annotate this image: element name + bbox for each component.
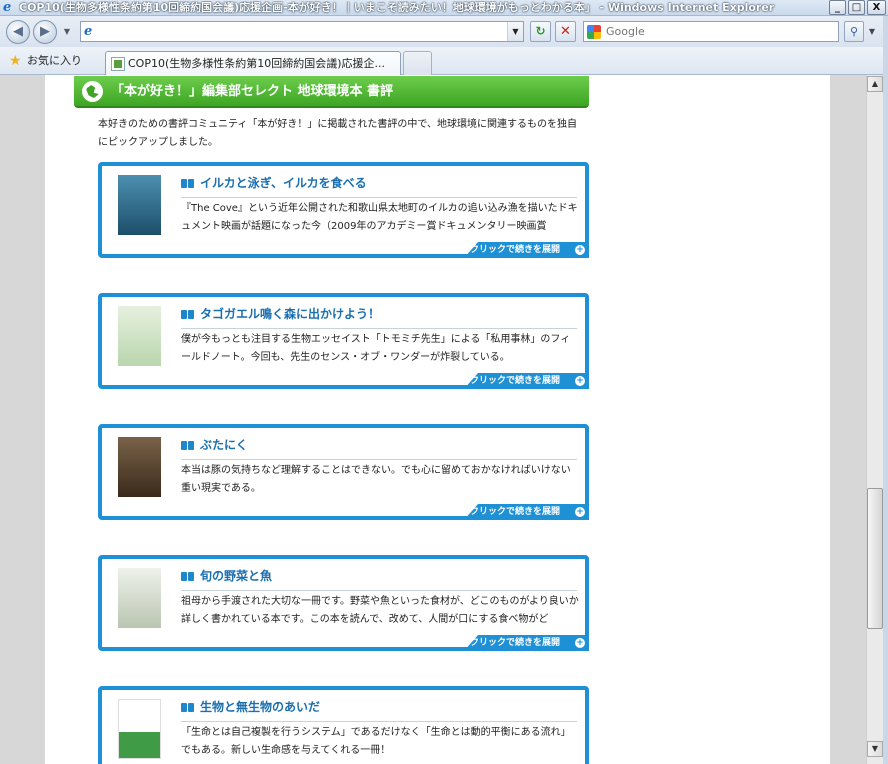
card-divider [181, 328, 577, 329]
section-title: 「本が好き！」編集部セレクト 地球環境本 書評 [111, 84, 394, 99]
expand-link[interactable]: クリックで続きを展開 [470, 636, 560, 650]
tab-label: COP10(生物多様性条約第10回締約国会議)応援企... [128, 57, 386, 70]
book-cover-image[interactable] [118, 568, 161, 628]
page-icon: e [84, 24, 93, 39]
new-tab-button[interactable] [403, 51, 432, 75]
card-excerpt: 僕が今もっとも注目する生物エッセイスト「トモミチ先生」による「私用事林」のフィー… [181, 334, 571, 363]
review-card: 旬の野菜と魚 祖母から手渡された大切な一冊です。野菜や魚といった食材が、どこのも… [98, 555, 589, 651]
recent-pages-dropdown[interactable]: ▼ [62, 27, 72, 37]
card-divider [181, 721, 577, 722]
forward-button[interactable]: ▶ [33, 20, 57, 44]
google-icon [587, 25, 601, 39]
book-cover-image[interactable] [118, 437, 161, 497]
scroll-down-button[interactable]: ▼ [867, 741, 883, 757]
back-button[interactable]: ◀ [6, 20, 30, 44]
search-options-dropdown[interactable]: ▼ [866, 21, 878, 42]
tab-favicon-icon [111, 57, 125, 71]
scroll-up-button[interactable]: ▲ [867, 76, 883, 92]
review-card: 生物と無生物のあいだ 「生命とは自己複製を行うシステム」であるだけなく「生命とは… [98, 686, 589, 764]
window-title-bar: e COP10(生物多様性条約第10回締約国会議)応援企画-本が好き！｜いまこそ… [0, 0, 888, 16]
search-input[interactable] [606, 23, 834, 40]
book-cover-image[interactable] [118, 306, 161, 366]
card-title[interactable]: イルカと泳ぎ、イルカを食べる [200, 175, 367, 191]
ie-logo-icon: e [3, 0, 12, 15]
favorites-star-icon[interactable]: ★ [9, 54, 22, 68]
review-card: イルカと泳ぎ、イルカを食べる 『The Cove』という近年公開された和歌山県太… [98, 162, 589, 258]
book-icon [181, 179, 195, 189]
intro-text: 本好きのための書評コミュニティ「本が好き！」に掲載された書評の中で、地球環境に関… [98, 119, 577, 148]
browser-tab[interactable]: COP10(生物多様性条約第10回締約国会議)応援企... [105, 51, 401, 75]
card-divider [181, 197, 577, 198]
section-header: 「本が好き！」編集部セレクト 地球環境本 書評 [74, 76, 589, 108]
card-divider [181, 590, 577, 591]
search-box[interactable] [583, 21, 839, 42]
favorites-button[interactable]: お気に入り [27, 54, 82, 68]
search-button[interactable]: ⚲ [844, 21, 864, 42]
address-dropdown-button[interactable]: ▼ [507, 22, 523, 41]
globe-icon [82, 81, 103, 102]
card-title[interactable]: タゴガエル鳴く森に出かけよう！ [200, 306, 380, 322]
window-title: COP10(生物多様性条約第10回締約国会議)応援企画-本が好き！｜いまこそ読み… [19, 1, 775, 14]
plus-icon[interactable]: + [575, 638, 585, 648]
book-icon [181, 703, 195, 713]
expand-link[interactable]: クリックで続きを展開 [470, 505, 560, 519]
expand-link[interactable]: クリックで続きを展開 [470, 243, 560, 257]
card-excerpt: 祖母から手渡された大切な一冊です。野菜や魚といった食材が、どこのものがより良いか… [181, 596, 579, 625]
navigation-bar: ◀ ▶ ▼ e ▼ ↻ ✕ ⚲ ▼ [0, 16, 888, 47]
vertical-scrollbar[interactable]: ▲ ▼ [866, 75, 883, 764]
book-icon [181, 572, 195, 582]
card-title[interactable]: ぶたにく [200, 437, 248, 453]
window-frame-edge [883, 16, 888, 764]
stop-button[interactable]: ✕ [555, 21, 576, 42]
card-title[interactable]: 生物と無生物のあいだ [200, 699, 320, 715]
plus-icon[interactable]: + [575, 376, 585, 386]
minimize-button[interactable]: _ [829, 0, 846, 15]
review-card: ぶたにく 本当は豚の気持ちなど理解することはできない。でも心に留めておかなければ… [98, 424, 589, 520]
plus-icon[interactable]: + [575, 507, 585, 517]
review-card: タゴガエル鳴く森に出かけよう！ 僕が今もっとも注目する生物エッセイスト「トモミチ… [98, 293, 589, 389]
page-content: 「本が好き！」編集部セレクト 地球環境本 書評 本好きのための書評コミュニティ「… [45, 75, 830, 764]
scroll-thumb[interactable] [867, 488, 883, 629]
page-viewport: 「本が好き！」編集部セレクト 地球環境本 書評 本好きのための書評コミュニティ「… [0, 75, 866, 764]
address-bar[interactable]: e ▼ [80, 21, 524, 42]
expand-link[interactable]: クリックで続きを展開 [470, 374, 560, 388]
maximize-button[interactable]: □ [848, 0, 865, 15]
card-excerpt: 『The Cove』という近年公開された和歌山県太地町のイルカの追い込み漁を描い… [181, 203, 578, 232]
card-excerpt: 本当は豚の気持ちなど理解することはできない。でも心に留めておかなければいけない重… [181, 465, 571, 494]
card-excerpt: 「生命とは自己複製を行うシステム」であるだけなく「生命とは動的平衡にある流れ」で… [181, 727, 571, 756]
book-cover-image[interactable] [118, 699, 161, 759]
plus-icon[interactable]: + [575, 245, 585, 255]
card-divider [181, 459, 577, 460]
card-title[interactable]: 旬の野菜と魚 [200, 568, 272, 584]
refresh-button[interactable]: ↻ [530, 21, 551, 42]
book-icon [181, 310, 195, 320]
close-button[interactable]: X [867, 0, 886, 15]
book-cover-image[interactable] [118, 175, 161, 235]
address-input[interactable] [101, 23, 501, 40]
favorites-bar: ★ お気に入り COP10(生物多様性条約第10回締約国会議)応援企... [0, 47, 888, 75]
book-icon [181, 441, 195, 451]
